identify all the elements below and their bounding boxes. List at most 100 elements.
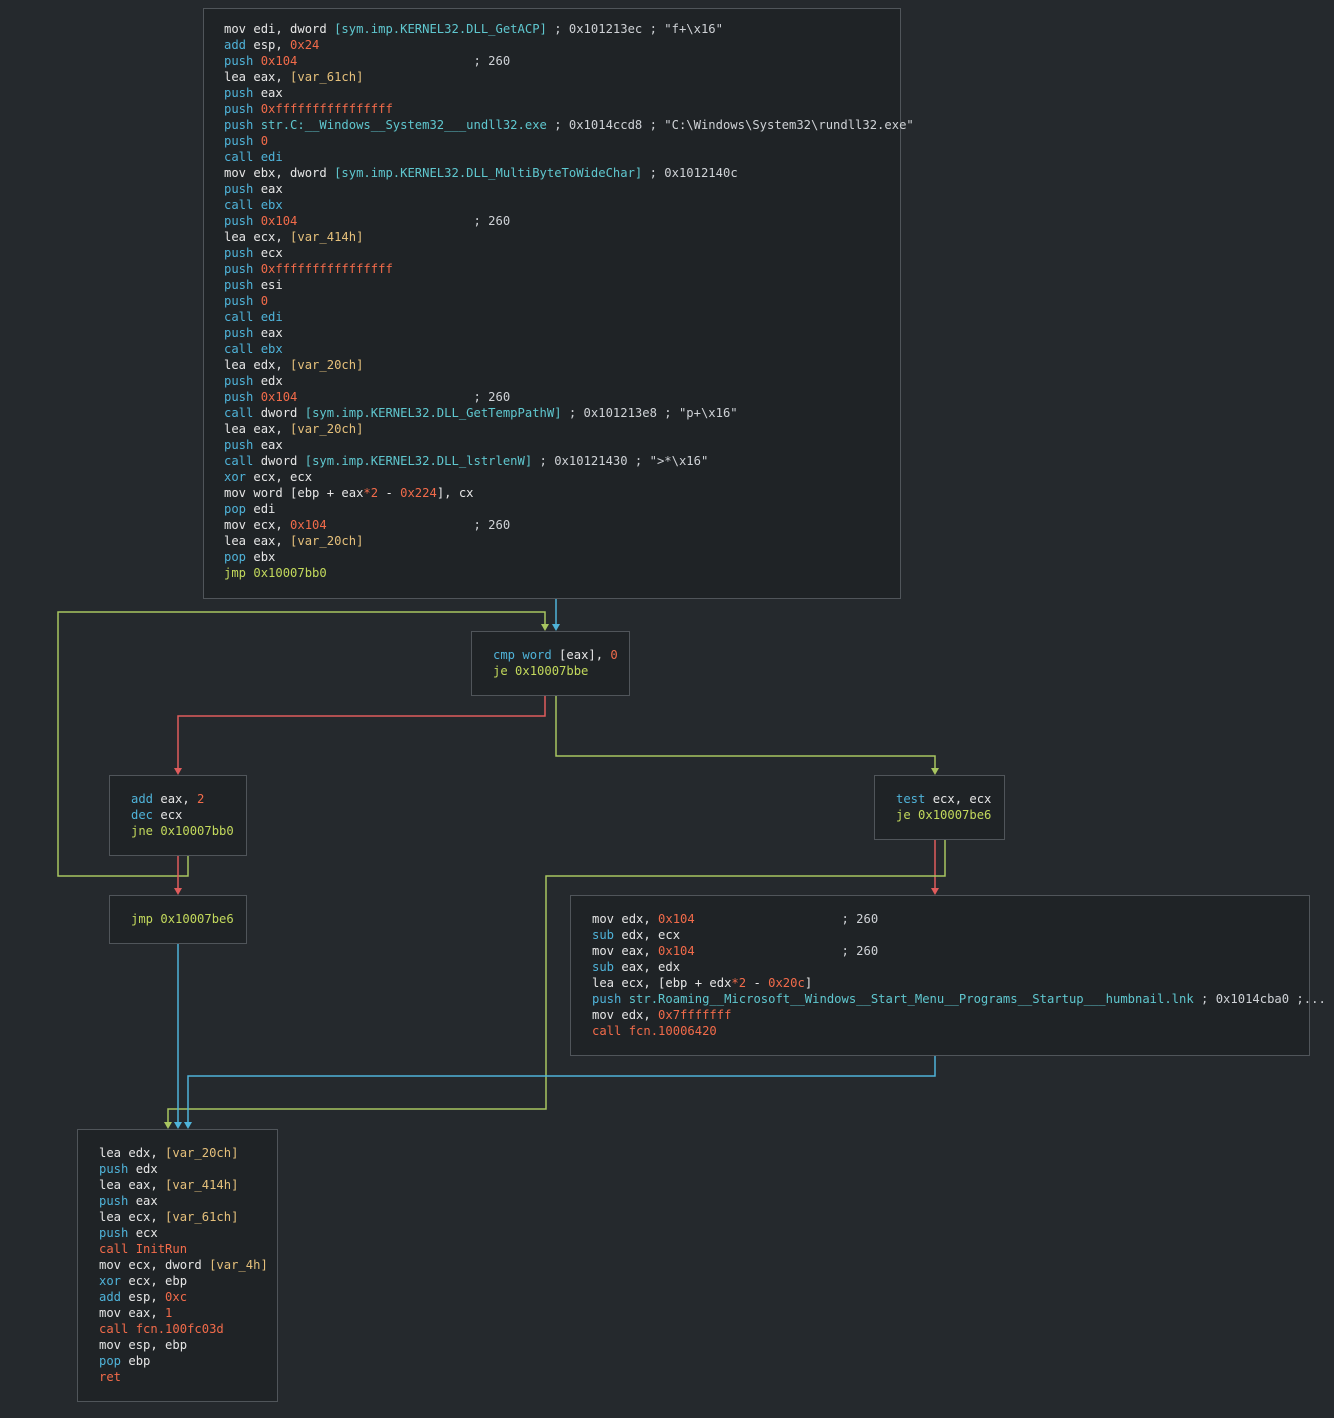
operand	[253, 150, 260, 164]
instruction-line[interactable]: call InitRun	[99, 1241, 268, 1257]
instruction-line[interactable]: push 0	[224, 133, 914, 149]
instruction-line[interactable]: lea ecx, [ebp + edx*2 - 0x20c]	[592, 975, 1326, 991]
mnemonic: call	[224, 342, 254, 356]
instruction-line[interactable]: xor ecx, ebp	[99, 1273, 268, 1289]
instruction-line[interactable]: push eax	[224, 181, 914, 197]
instruction-line[interactable]: push ecx	[224, 245, 914, 261]
operand: edx,	[614, 1008, 659, 1022]
operand: eax,	[121, 1178, 166, 1192]
basic-block-test[interactable]: test ecx, ecx je 0x10007be6	[874, 775, 1005, 840]
instruction-line[interactable]: call fcn.10006420	[592, 1023, 1326, 1039]
instruction-line[interactable]: jmp 0x10007bb0	[224, 565, 914, 581]
instruction-line[interactable]: push eax	[224, 437, 914, 453]
operand	[128, 1322, 135, 1336]
instruction-line[interactable]: push edx	[99, 1161, 268, 1177]
instruction-line[interactable]: mov edx, 0x7fffffff	[592, 1007, 1326, 1023]
instruction-line[interactable]: pop ebx	[224, 549, 914, 565]
instruction-line[interactable]: lea edx, [var_20ch]	[224, 357, 914, 373]
instruction-line[interactable]: pop ebp	[99, 1353, 268, 1369]
instruction-line[interactable]: push 0	[224, 293, 914, 309]
instruction-line[interactable]: mov ecx, 0x104 ; 260	[224, 517, 914, 533]
instruction-line[interactable]: push eax	[99, 1193, 268, 1209]
instruction-line[interactable]: push eax	[224, 85, 914, 101]
instruction-line[interactable]: push str.Roaming__Microsoft__Windows__St…	[592, 991, 1326, 1007]
instruction-line[interactable]: push 0x104 ; 260	[224, 389, 914, 405]
instruction-line[interactable]: lea ecx, [var_61ch]	[99, 1209, 268, 1225]
instruction-line[interactable]: lea eax, [var_20ch]	[224, 421, 914, 437]
operand: word [ebp + eax	[246, 486, 364, 500]
instruction-line[interactable]: dec ecx	[131, 807, 234, 823]
instruction-line[interactable]: push str.C:__Windows__System32___undll32…	[224, 117, 914, 133]
instruction-line[interactable]: push edx	[224, 373, 914, 389]
mnemonic: push	[224, 262, 254, 276]
mnemonic: push	[99, 1162, 129, 1176]
basic-block-startup-path[interactable]: mov edx, 0x104 ; 260 sub edx, ecx mov eax,…	[570, 895, 1326, 1056]
basic-block-jmp[interactable]: jmp 0x10007be6	[109, 895, 247, 944]
basic-block-top[interactable]: mov edi, dword [sym.imp.KERNEL32.DLL_Get…	[203, 8, 914, 599]
instruction-line[interactable]: cmp word [eax], 0	[493, 647, 618, 663]
instruction-line[interactable]: push 0xffffffffffffffff	[224, 101, 914, 117]
operand: 0x224	[400, 486, 437, 500]
instruction-line[interactable]: sub edx, ecx	[592, 927, 1326, 943]
instruction-line[interactable]: call edi	[224, 149, 914, 165]
instruction-line[interactable]: call ebx	[224, 197, 914, 213]
mnemonic: push	[224, 246, 254, 260]
edge-top-to-cmp	[552, 598, 560, 631]
instruction-line[interactable]: ret	[99, 1369, 268, 1385]
instruction-line[interactable]: mov ebx, dword [sym.imp.KERNEL32.DLL_Mul…	[224, 165, 914, 181]
instruction-line[interactable]: lea eax, [var_61ch]	[224, 69, 914, 85]
operand: 0	[260, 134, 269, 148]
instruction-line[interactable]: mov eax, 0x104 ; 260	[592, 943, 1326, 959]
operand: ebx	[260, 342, 283, 356]
instruction-line[interactable]: mov edx, 0x104 ; 260	[592, 911, 1326, 927]
instruction-line[interactable]: jne 0x10007bb0	[131, 823, 234, 839]
operand: edx,	[121, 1146, 166, 1160]
instruction-line[interactable]: pop edi	[224, 501, 914, 517]
instruction-line[interactable]: call edi	[224, 309, 914, 325]
mnemonic: dec	[131, 808, 154, 822]
basic-block-cmp[interactable]: cmp word [eax], 0 je 0x10007bbe	[471, 631, 630, 696]
instruction-line[interactable]: xor ecx, ecx	[224, 469, 914, 485]
instruction-line[interactable]: lea eax, [var_414h]	[99, 1177, 268, 1193]
mnemonic: push	[224, 438, 254, 452]
instruction-line[interactable]: add esp, 0x24	[224, 37, 914, 53]
operand: eax	[253, 326, 283, 340]
operand	[621, 992, 628, 1006]
operand	[253, 342, 260, 356]
instruction-line[interactable]: push eax	[224, 325, 914, 341]
instruction-line[interactable]: push esi	[224, 277, 914, 293]
basic-block-final-initrun[interactable]: lea edx, [var_20ch] push edx lea eax, [var…	[77, 1129, 278, 1402]
instruction-line[interactable]: call ebx	[224, 341, 914, 357]
basic-block-add-loop[interactable]: add eax, 2 dec ecx jne 0x10007bb0	[109, 775, 247, 856]
instruction-line[interactable]: lea ecx, [var_414h]	[224, 229, 914, 245]
instruction-line[interactable]: lea edx, [var_20ch]	[99, 1145, 268, 1161]
instruction-line[interactable]: mov word [ebp + eax*2 - 0x224], cx	[224, 485, 914, 501]
instruction-line[interactable]: push ecx	[99, 1225, 268, 1241]
mnemonic: lea	[224, 422, 247, 436]
instruction-line[interactable]: mov eax, 1	[99, 1305, 268, 1321]
instruction-line[interactable]: jmp 0x10007be6	[131, 911, 234, 927]
mnemonic: sub	[592, 960, 615, 974]
instruction-line[interactable]: add eax, 2	[131, 791, 234, 807]
instruction-line[interactable]: test ecx, ecx	[896, 791, 991, 807]
instruction-line[interactable]: sub eax, edx	[592, 959, 1326, 975]
instruction-line[interactable]: lea eax, [var_20ch]	[224, 533, 914, 549]
instruction-line[interactable]: push 0xffffffffffffffff	[224, 261, 914, 277]
mnemonic: pop	[224, 550, 247, 564]
operand	[253, 134, 260, 148]
instruction-line[interactable]: add esp, 0xc	[99, 1289, 268, 1305]
instruction-line[interactable]: push 0x104 ; 260	[224, 213, 914, 229]
operand: ecx, ecx	[925, 792, 992, 806]
instruction-line[interactable]: call dword [sym.imp.KERNEL32.DLL_GetTemp…	[224, 405, 914, 421]
instruction-line[interactable]: je 0x10007be6	[896, 807, 991, 823]
instruction-line[interactable]: mov esp, ebp	[99, 1337, 268, 1353]
instruction-line[interactable]: call fcn.100fc03d	[99, 1321, 268, 1337]
instruction-line[interactable]: je 0x10007bbe	[493, 663, 618, 679]
instruction-line[interactable]: mov ecx, dword [var_4h]	[99, 1257, 268, 1273]
instruction-line[interactable]: mov edi, dword [sym.imp.KERNEL32.DLL_Get…	[224, 21, 914, 37]
mnemonic: call	[224, 454, 254, 468]
instruction-line[interactable]: call dword [sym.imp.KERNEL32.DLL_lstrlen…	[224, 453, 914, 469]
instruction-line[interactable]: push 0x104 ; 260	[224, 53, 914, 69]
block-instructions: mov edi, dword [sym.imp.KERNEL32.DLL_Get…	[224, 21, 914, 581]
mnemonic: lea	[592, 976, 615, 990]
